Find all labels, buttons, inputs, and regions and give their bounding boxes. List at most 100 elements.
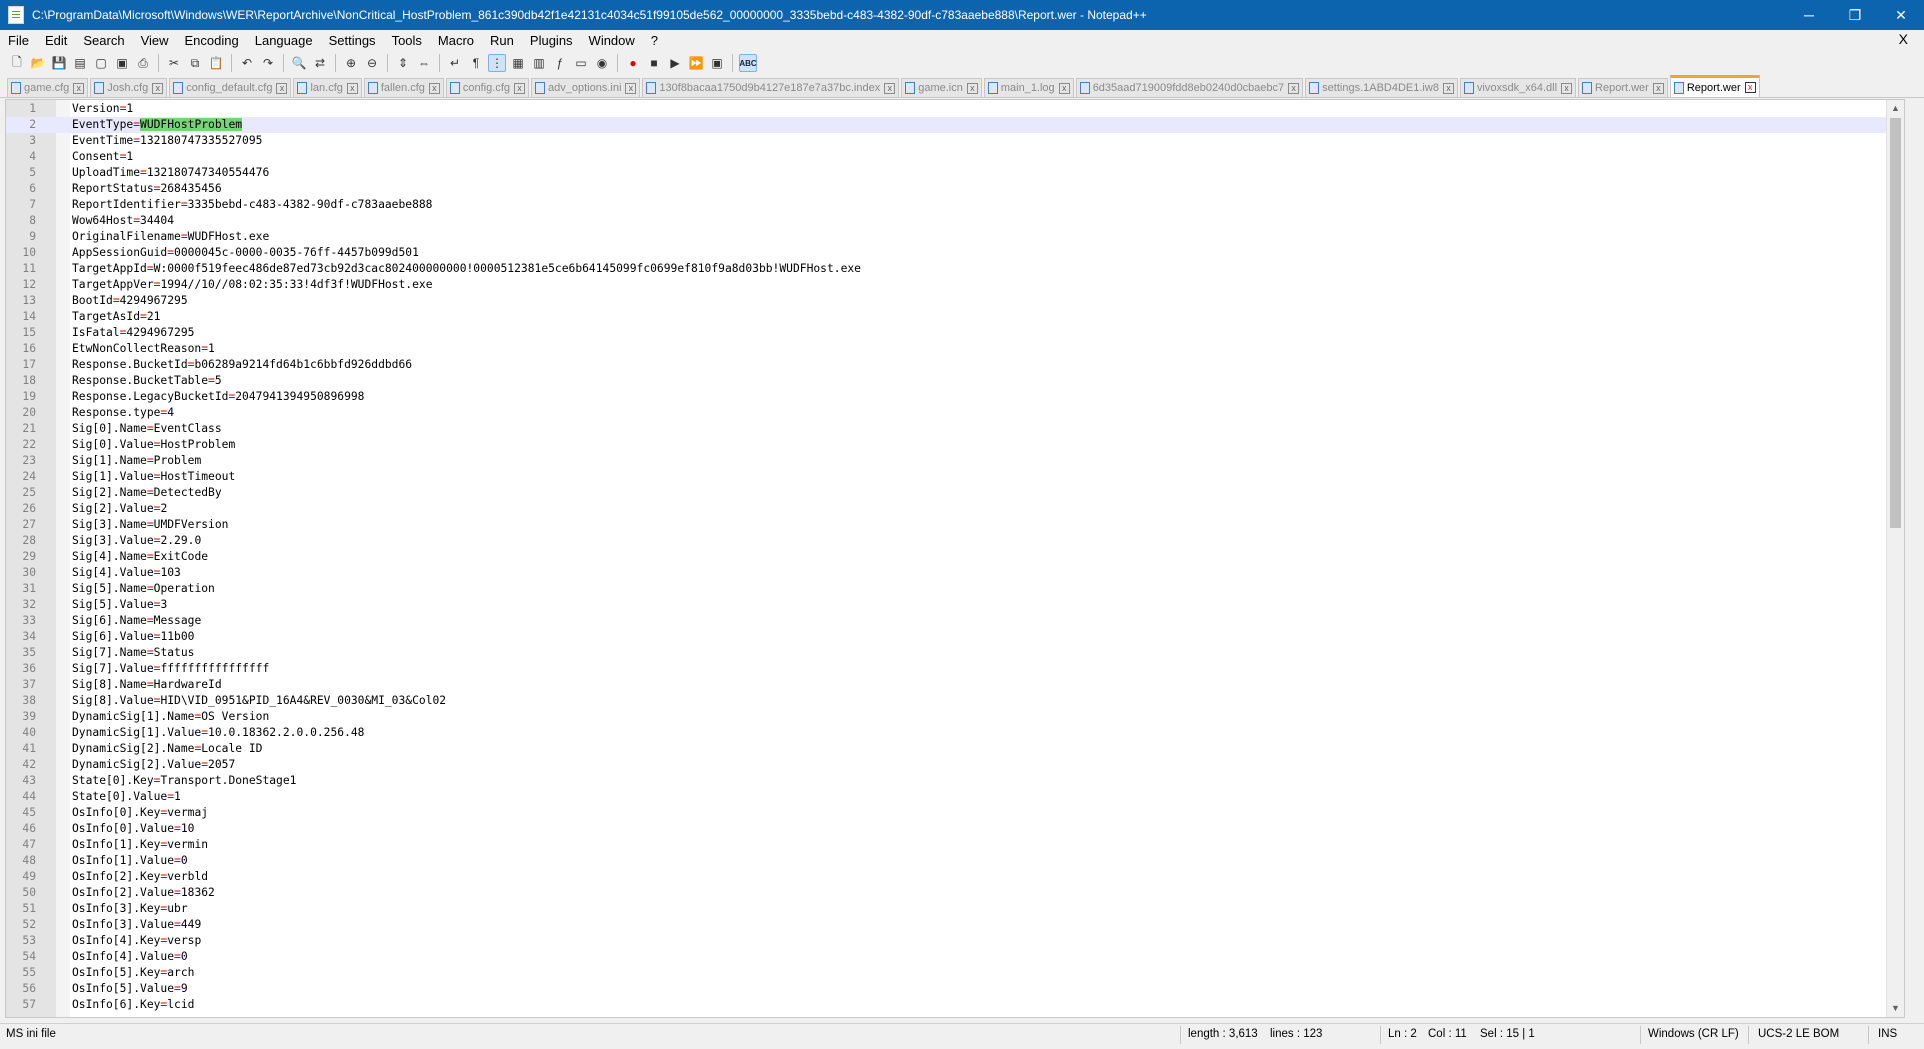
find-icon[interactable]: 🔍: [290, 54, 308, 72]
copy-icon[interactable]: ⧉: [186, 54, 204, 72]
monitoring-icon[interactable]: ◉: [593, 54, 611, 72]
word-wrap-icon[interactable]: ↵: [446, 54, 464, 72]
code-line[interactable]: 51 OsInfo[3].Key=ubr: [6, 901, 1886, 917]
save-all-icon[interactable]: ▤: [71, 54, 89, 72]
tab-close-icon[interactable]: x: [346, 82, 358, 94]
code-line[interactable]: 12 TargetAppVer=1994//10//08:02:35:33!4df…: [6, 277, 1886, 293]
code-line[interactable]: 46 OsInfo[0].Value=10: [6, 821, 1886, 837]
menu-language[interactable]: Language: [247, 33, 321, 48]
code-line[interactable]: 11 TargetAppId=W:0000f519feec486de87ed73c…: [6, 261, 1886, 277]
menu-tools[interactable]: Tools: [384, 33, 430, 48]
save-icon[interactable]: 💾: [50, 54, 68, 72]
tab-close-icon[interactable]: x: [428, 82, 440, 94]
code-line[interactable]: 41 DynamicSig[2].Name=Locale ID: [6, 741, 1886, 757]
code-line[interactable]: 39 DynamicSig[1].Name=OS Version: [6, 709, 1886, 725]
tab-config-default-cfg[interactable]: config_default.cfg x: [169, 78, 292, 97]
close-icon[interactable]: ▢: [92, 54, 110, 72]
vertical-scrollbar[interactable]: ▲ ▼: [1886, 100, 1904, 1017]
editor-pane[interactable]: 1 Version=1 2 EventType=WUDFHostProblem 3 Eve…: [5, 99, 1905, 1018]
code-line[interactable]: 15 IsFatal=4294967295: [6, 325, 1886, 341]
code-line[interactable]: 48 OsInfo[1].Value=0: [6, 853, 1886, 869]
code-line[interactable]: 19 Response.LegacyBucketId=20479413949508…: [6, 389, 1886, 405]
code-line[interactable]: 28 Sig[3].Value=2.29.0: [6, 533, 1886, 549]
paste-icon[interactable]: 📋: [207, 54, 225, 72]
menu-plugins[interactable]: Plugins: [522, 33, 581, 48]
open-file-icon[interactable]: 📂: [29, 54, 47, 72]
play-macro-icon[interactable]: ▶: [666, 54, 684, 72]
code-line[interactable]: 44 State[0].Value=1: [6, 789, 1886, 805]
code-line[interactable]: 35 Sig[7].Name=Status: [6, 645, 1886, 661]
tab-hash-file[interactable]: 6d35aad719009fdd8eb0240d0cbaebc7 x: [1075, 78, 1304, 97]
redo-icon[interactable]: ↷: [259, 54, 277, 72]
tab-close-icon[interactable]: x: [1442, 82, 1454, 94]
code-line[interactable]: 24 Sig[1].Value=HostTimeout: [6, 469, 1886, 485]
undo-icon[interactable]: ↶: [238, 54, 256, 72]
sync-vertical-icon[interactable]: ⇕: [394, 54, 412, 72]
tab-index-file[interactable]: 130f8bacaa1750d9b4127e187e7a37bc.index x: [642, 78, 900, 97]
code-line[interactable]: 49 OsInfo[2].Key=verbld: [6, 869, 1886, 885]
code-line[interactable]: 22 Sig[0].Value=HostProblem: [6, 437, 1886, 453]
tab-close-icon[interactable]: x: [1561, 82, 1573, 94]
show-all-chars-icon[interactable]: ¶: [467, 54, 485, 72]
tab-close-icon[interactable]: x: [966, 82, 978, 94]
code-line[interactable]: 30 Sig[4].Value=103: [6, 565, 1886, 581]
code-line[interactable]: 4 Consent=1: [6, 149, 1886, 165]
code-line[interactable]: 32 Sig[5].Value=3: [6, 597, 1886, 613]
menu-view[interactable]: View: [133, 33, 177, 48]
code-line[interactable]: 7 ReportIdentifier=3335bebd-c483-4382-90d…: [6, 197, 1886, 213]
code-line[interactable]: 55 OsInfo[5].Key=arch: [6, 965, 1886, 981]
folder-workspace-icon[interactable]: ▭: [572, 54, 590, 72]
code-line[interactable]: 13 BootId=4294967295: [6, 293, 1886, 309]
tab-close-icon[interactable]: x: [625, 82, 637, 94]
code-line[interactable]: 47 OsInfo[1].Key=vermin: [6, 837, 1886, 853]
menu-macro[interactable]: Macro: [430, 33, 482, 48]
code-line[interactable]: 54 OsInfo[4].Value=0: [6, 949, 1886, 965]
tab-adv-options-ini[interactable]: adv_options.ini x: [531, 78, 641, 97]
code-line[interactable]: 25 Sig[2].Name=DetectedBy: [6, 485, 1886, 501]
zoom-out-icon[interactable]: ⊖: [363, 54, 381, 72]
code-line[interactable]: 10 AppSessionGuid=0000045c-0000-0035-76ff…: [6, 245, 1886, 261]
code-line[interactable]: 17 Response.BucketId=b06289a9214fd64b1c6b…: [6, 357, 1886, 373]
run-macro-multiple-icon[interactable]: ⏩: [687, 54, 705, 72]
menu-run[interactable]: Run: [482, 33, 522, 48]
tab-game-cfg[interactable]: game.cfg x: [7, 78, 89, 97]
code-line[interactable]: 36 Sig[7].Value=ffffffffffffffff: [6, 661, 1886, 677]
code-line[interactable]: 18 Response.BucketTable=5: [6, 373, 1886, 389]
doc-map-icon[interactable]: ▥: [530, 54, 548, 72]
indent-guide-icon[interactable]: ⋮: [488, 54, 506, 72]
scroll-up-icon[interactable]: ▲: [1887, 100, 1904, 117]
close-document-button[interactable]: X: [1891, 31, 1916, 47]
code-line[interactable]: 26 Sig[2].Value=2: [6, 501, 1886, 517]
tab-close-icon[interactable]: x: [1744, 82, 1756, 93]
code-line[interactable]: 33 Sig[6].Name=Message: [6, 613, 1886, 629]
maximize-button[interactable]: ❐: [1832, 0, 1878, 30]
stop-record-icon[interactable]: ■: [645, 54, 663, 72]
code-line[interactable]: 42 DynamicSig[2].Value=2057: [6, 757, 1886, 773]
cut-icon[interactable]: ✂: [165, 54, 183, 72]
tab-report-wer-1[interactable]: Report.wer x: [1578, 78, 1668, 97]
spell-check-icon[interactable]: ABC: [739, 54, 757, 72]
menu-search[interactable]: Search: [75, 33, 132, 48]
code-line[interactable]: 16 EtwNonCollectReason=1: [6, 341, 1886, 357]
tab-vivoxsdk-dll[interactable]: vivoxsdk_x64.dll x: [1459, 78, 1577, 97]
code-line[interactable]: 40 DynamicSig[1].Value=10.0.18362.2.0.0.2…: [6, 725, 1886, 741]
code-line[interactable]: 20 Response.type=4: [6, 405, 1886, 421]
tab-close-icon[interactable]: x: [514, 82, 525, 94]
zoom-in-icon[interactable]: ⊕: [342, 54, 360, 72]
function-list-icon[interactable]: ƒ: [551, 54, 569, 72]
scroll-down-icon[interactable]: ▼: [1887, 1000, 1904, 1017]
new-file-icon[interactable]: 🗋: [8, 54, 26, 72]
udl-icon[interactable]: ▦: [509, 54, 527, 72]
menu-file[interactable]: File: [0, 33, 37, 48]
tab-close-icon[interactable]: x: [1058, 82, 1070, 94]
menu-window[interactable]: Window: [581, 33, 643, 48]
code-line[interactable]: 27 Sig[3].Name=UMDFVersion: [6, 517, 1886, 533]
code-line[interactable]: 34 Sig[6].Value=11b00: [6, 629, 1886, 645]
record-macro-icon[interactable]: ●: [624, 54, 642, 72]
tab-close-icon[interactable]: x: [73, 82, 85, 94]
print-icon[interactable]: ⎙: [134, 54, 152, 72]
minimize-button[interactable]: ─: [1786, 0, 1832, 30]
code-line[interactable]: 9 OriginalFilename=WUDFHost.exe: [6, 229, 1886, 245]
menu-help[interactable]: ?: [643, 33, 666, 48]
tab-config-cfg[interactable]: config.cfg x: [445, 78, 529, 97]
